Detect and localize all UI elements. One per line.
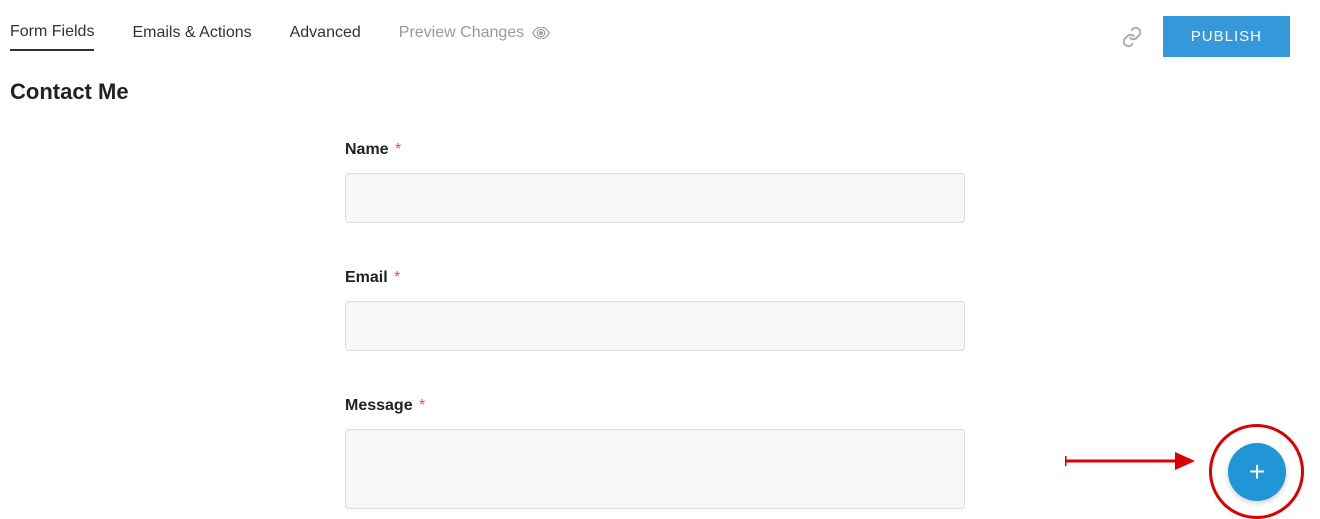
email-input[interactable]: [345, 301, 965, 351]
field-name-block: Name *: [345, 141, 965, 223]
required-mark: *: [394, 269, 400, 286]
required-mark: *: [419, 397, 425, 414]
eye-icon: [532, 27, 550, 39]
name-input[interactable]: [345, 173, 965, 223]
header-bar: Form Fields Emails & Actions Advanced Pr…: [0, 0, 1320, 57]
tab-emails-actions[interactable]: Emails & Actions: [132, 24, 251, 50]
label-text: Name: [345, 141, 389, 158]
right-actions: PUBLISH: [1121, 16, 1310, 57]
message-textarea[interactable]: [345, 429, 965, 509]
label-text: Email: [345, 269, 388, 286]
fab-container: +: [1220, 435, 1294, 509]
field-message-block: Message *: [345, 397, 965, 514]
required-mark: *: [395, 141, 401, 158]
field-name-label: Name *: [345, 141, 965, 159]
tab-form-fields[interactable]: Form Fields: [10, 23, 94, 51]
form-area: Name * Email * Message *: [345, 141, 965, 514]
add-field-fab[interactable]: +: [1228, 443, 1286, 501]
publish-button[interactable]: PUBLISH: [1163, 16, 1290, 57]
form-title: Contact Me: [0, 57, 1320, 105]
annotation-arrow: [1065, 446, 1195, 481]
field-email-label: Email *: [345, 269, 965, 287]
link-icon[interactable]: [1121, 26, 1143, 48]
label-text: Message: [345, 397, 413, 414]
tab-preview-label: Preview Changes: [399, 24, 524, 42]
tab-preview-changes[interactable]: Preview Changes: [399, 24, 550, 50]
field-message-label: Message *: [345, 397, 965, 415]
tab-advanced[interactable]: Advanced: [290, 24, 361, 50]
plus-icon: +: [1249, 456, 1265, 488]
field-email-block: Email *: [345, 269, 965, 351]
tabs-row: Form Fields Emails & Actions Advanced Pr…: [10, 23, 550, 51]
